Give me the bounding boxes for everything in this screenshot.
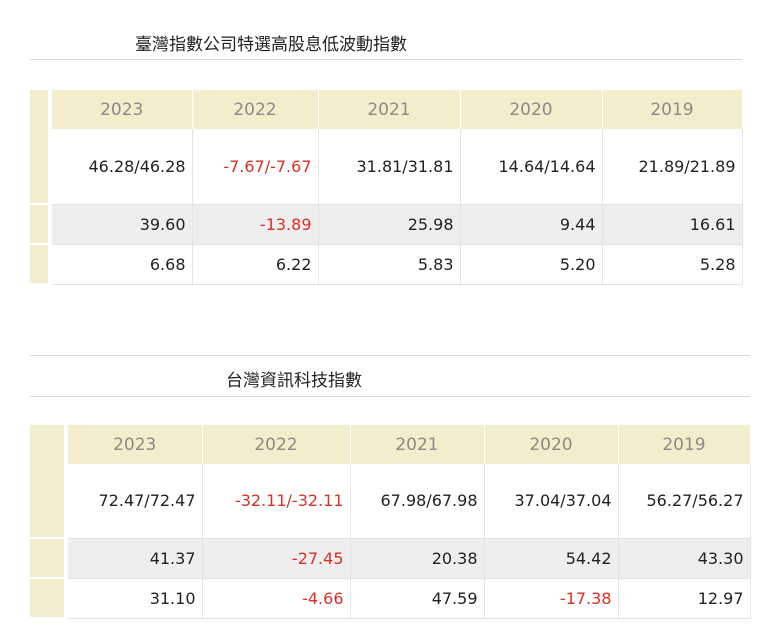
table-cell: 43.30 bbox=[618, 538, 751, 579]
row-label-stub bbox=[30, 425, 68, 464]
table-title: 台灣資訊科技指數 bbox=[226, 371, 362, 391]
table-cell: 67.98/67.98 bbox=[350, 464, 485, 539]
table-row: 72.47/72.47 -32.11/-32.11 67.98/67.98 37… bbox=[30, 464, 751, 539]
year-header: 2021 bbox=[350, 425, 485, 464]
year-header: 2023 bbox=[66, 425, 203, 464]
table-row: 31.10 -4.66 47.59 -17.38 12.97 bbox=[30, 578, 751, 619]
row-label-stub bbox=[30, 578, 68, 619]
table-cell: -32.11/-32.11 bbox=[202, 464, 351, 539]
index-section-2: 台灣資訊科技指數 2023 2022 2021 2020 2019 72.47/… bbox=[0, 0, 780, 627]
year-header-row: 2023 2022 2021 2020 2019 bbox=[30, 425, 751, 464]
table-cell: 72.47/72.47 bbox=[66, 464, 203, 539]
table-cell: 56.27/56.27 bbox=[618, 464, 751, 539]
year-header: 2022 bbox=[202, 425, 351, 464]
section-divider bbox=[30, 355, 750, 356]
returns-table: 2023 2022 2021 2020 2019 72.47/72.47 -32… bbox=[30, 425, 751, 619]
table-row: 41.37 -27.45 20.38 54.42 43.30 bbox=[30, 538, 751, 579]
year-header: 2020 bbox=[484, 425, 619, 464]
table-cell: 41.37 bbox=[66, 538, 203, 579]
table-cell: 31.10 bbox=[66, 578, 203, 619]
table-cell: -4.66 bbox=[202, 578, 351, 619]
title-divider bbox=[30, 396, 750, 397]
table-cell: 47.59 bbox=[350, 578, 485, 619]
table-cell: 37.04/37.04 bbox=[484, 464, 619, 539]
table-cell: -17.38 bbox=[484, 578, 619, 619]
table-cell: 12.97 bbox=[618, 578, 751, 619]
table-cell: 20.38 bbox=[350, 538, 485, 579]
row-label-stub bbox=[30, 464, 68, 539]
year-header: 2019 bbox=[618, 425, 751, 464]
table-cell: 54.42 bbox=[484, 538, 619, 579]
table-cell: -27.45 bbox=[202, 538, 351, 579]
row-label-stub bbox=[30, 538, 68, 579]
